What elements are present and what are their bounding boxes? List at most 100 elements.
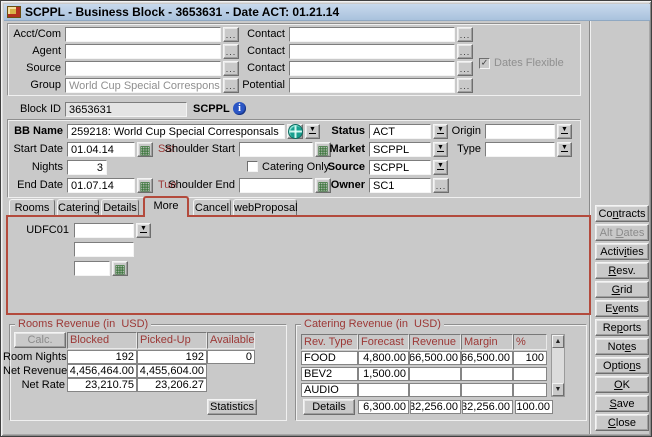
tab-cancel[interactable]: Cancel xyxy=(193,199,231,216)
action-button-column: Contracts Alt Dates Activities Resv. Grid Eve… xyxy=(595,205,649,433)
action-button-close[interactable]: Close xyxy=(595,414,649,431)
udf-field-2[interactable] xyxy=(74,242,134,257)
action-button-reports[interactable]: Reports xyxy=(595,319,649,336)
shoulder-start-field[interactable] xyxy=(239,142,313,157)
agent-field[interactable] xyxy=(65,44,221,59)
udfc01-field[interactable] xyxy=(74,223,134,238)
end-date-field[interactable]: 01.07.14 xyxy=(67,178,135,193)
action-button-notes[interactable]: Notes xyxy=(595,338,649,355)
contact2-field[interactable] xyxy=(289,44,455,59)
catering-total-pct: 100.00 xyxy=(515,400,553,414)
end-date-label: End Date xyxy=(1,178,63,193)
potential-label: Potential xyxy=(225,78,285,93)
rooms-cell: 0 xyxy=(207,350,255,364)
action-button-events[interactable]: Events xyxy=(595,300,649,317)
tab-rooms[interactable]: Rooms xyxy=(9,199,55,216)
rooms-col-available: Available xyxy=(207,332,255,349)
calc-button[interactable]: Calc. xyxy=(14,332,66,348)
shoulder-end-field[interactable] xyxy=(239,178,313,193)
catering-cell xyxy=(461,367,513,381)
source-dropdown-button[interactable]: ▼ xyxy=(433,160,448,175)
rooms-col-blocked: Blocked xyxy=(67,332,137,349)
action-button-resv[interactable]: Resv. xyxy=(595,262,649,279)
details-button[interactable]: Details xyxy=(303,399,355,415)
contact1-field[interactable] xyxy=(289,27,455,42)
catering-col-forecast: Forecast xyxy=(358,334,409,350)
start-date-label: Start Date xyxy=(1,142,63,157)
source-company-field[interactable] xyxy=(65,61,221,76)
catering-total-revenue: ,332,256.00 xyxy=(410,400,461,414)
source-company-label: Source xyxy=(1,61,61,76)
action-button-contracts[interactable]: Contracts xyxy=(595,205,649,222)
scroll-up-button[interactable]: ▲ xyxy=(552,335,564,348)
contact3-lov-button[interactable]: ... xyxy=(457,61,473,76)
acct-com-field[interactable] xyxy=(65,27,221,42)
calendar-icon: ▦ xyxy=(139,180,150,192)
nights-field[interactable]: 3 xyxy=(67,160,107,175)
rooms-row-label: Room Nights xyxy=(3,350,65,365)
market-field[interactable]: SCPPL xyxy=(369,142,431,157)
contact3-label: Contact xyxy=(225,61,285,76)
status-label: Status xyxy=(315,124,365,139)
ellipsis-icon: ... xyxy=(460,49,471,55)
udfc01-dropdown-button[interactable]: ▼ xyxy=(136,223,151,238)
contact3-field[interactable] xyxy=(289,61,455,76)
catering-scrollbar[interactable]: ▲ ▼ xyxy=(551,334,565,397)
catering-cell xyxy=(513,383,547,397)
potential-lov-button[interactable]: ... xyxy=(457,78,473,93)
source-field[interactable]: SCPPL xyxy=(369,160,431,175)
action-button-options[interactable]: Options xyxy=(595,357,649,374)
start-date-field[interactable]: 01.04.14 xyxy=(67,142,135,157)
owner-field[interactable]: SC1 xyxy=(369,178,431,193)
action-button-activities[interactable]: Activities xyxy=(595,243,649,260)
catering-cell xyxy=(409,383,461,397)
action-button-grid[interactable]: Grid xyxy=(595,281,649,298)
tab-more[interactable]: More xyxy=(143,196,189,217)
rooms-col-picked-up: Picked-Up xyxy=(137,332,207,349)
ellipsis-icon: ... xyxy=(460,66,471,72)
tab-details[interactable]: Details xyxy=(101,199,139,216)
contact2-label: Contact xyxy=(225,44,285,59)
origin-dropdown-button[interactable]: ▼ xyxy=(557,124,572,139)
type-dropdown-button[interactable]: ▼ xyxy=(557,142,572,157)
catering-cell: 9,866,500.00 xyxy=(461,351,513,365)
catering-cell: 100 xyxy=(513,351,547,365)
group-field[interactable]: World Cup Special Corresponsals xyxy=(65,78,221,93)
catering-cell: BEV2 xyxy=(301,367,358,381)
rooms-cell: 23,210.75 xyxy=(67,378,137,392)
property-code-label: SCPPL xyxy=(193,102,233,117)
action-button-save[interactable]: Save xyxy=(595,395,649,412)
origin-field[interactable] xyxy=(485,124,555,139)
contact2-lov-button[interactable]: ... xyxy=(457,44,473,59)
tab-webproposal[interactable]: webProposal xyxy=(233,199,297,216)
contact1-lov-button[interactable]: ... xyxy=(457,27,473,42)
dates-flexible-checkbox[interactable]: ✓ xyxy=(479,58,490,69)
owner-label: Owner xyxy=(315,178,365,193)
udf-field-3[interactable] xyxy=(74,261,110,276)
calendar-icon: ▦ xyxy=(139,144,150,156)
rooms-cell: 192 xyxy=(67,350,137,364)
acct-com-label: Acct/Com xyxy=(1,27,61,42)
type-field[interactable] xyxy=(485,142,555,157)
action-button-alt-dates[interactable]: Alt Dates xyxy=(595,224,649,241)
catering-only-checkbox[interactable] xyxy=(247,161,258,172)
udf-date-calendar-button[interactable]: ▦ xyxy=(112,261,128,276)
info-icon[interactable]: i xyxy=(233,102,246,115)
scroll-down-button[interactable]: ▼ xyxy=(552,383,564,396)
rooms-row-label: Net Rate xyxy=(3,378,65,393)
udfc01-label: UDFC01 xyxy=(11,223,69,238)
market-label: Market xyxy=(315,142,365,157)
status-field[interactable]: ACT xyxy=(369,124,431,139)
rooms-cell: 23,206.27 xyxy=(137,378,207,392)
action-button-ok[interactable]: OK xyxy=(595,376,649,393)
arrow-down-icon: ▼ xyxy=(555,386,562,393)
origin-label: Origin xyxy=(431,124,481,139)
catering-cell: 4,800.00 xyxy=(358,351,409,365)
tab-catering[interactable]: Catering xyxy=(57,199,99,216)
potential-field[interactable] xyxy=(289,78,455,93)
block-id-field[interactable]: 3653631 xyxy=(65,102,187,117)
owner-lov-button[interactable]: ... xyxy=(433,178,449,193)
bb-name-field[interactable]: 259218: World Cup Special Corresponsals xyxy=(67,124,285,139)
statistics-button[interactable]: Statistics xyxy=(207,399,257,415)
bb-name-web-button[interactable] xyxy=(287,124,303,139)
